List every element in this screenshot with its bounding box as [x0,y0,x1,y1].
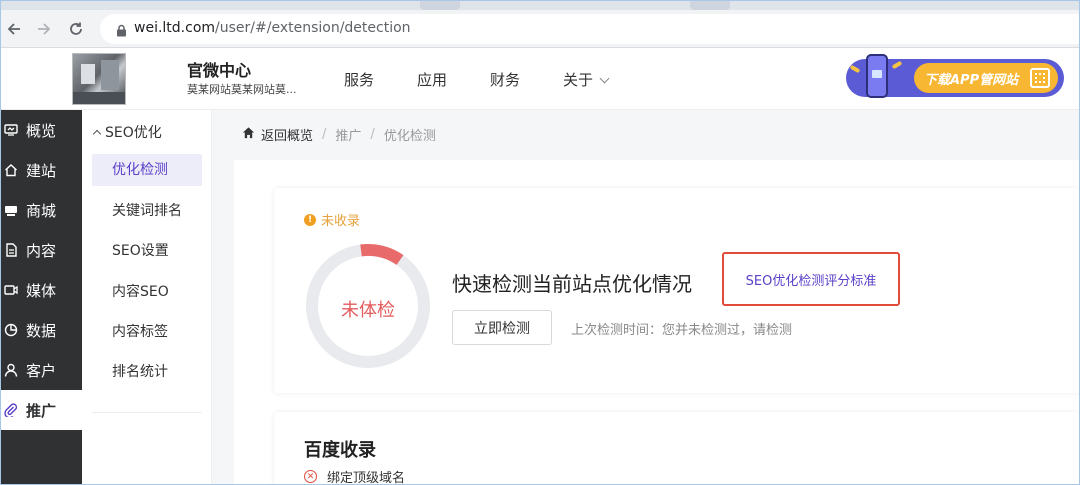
submenu-item-content-seo[interactable]: 内容SEO [92,276,202,308]
status-text: 未收录 [321,214,361,229]
browser-toolbar: wei.ltd.com/user/#/extension/detection [0,10,1080,48]
sidebar-item-mall[interactable]: 商城 [0,190,82,230]
nav-about[interactable]: 关于 [563,69,610,90]
sidebar-item-label: 媒体 [26,281,57,300]
dashboard-icon [4,123,18,137]
baidu-index-card: 百度收录 ✕ 绑定顶级域名 [274,412,1080,485]
browser-tab[interactable] [420,0,460,10]
sparkle-icon [891,60,903,70]
submenu-heading[interactable]: SEO优化 [92,122,162,142]
download-app-button[interactable]: 下载APP管网站 [914,63,1058,93]
home-icon[interactable] [242,126,255,143]
submenu-item-content-tags[interactable]: 内容标签 [92,316,202,348]
gauge-label: 未体检 [341,300,395,321]
main-content: 返回概览 / 推广 / 优化检测 ! 未收录 未体检 快速检测当前站点优化情况 … [212,110,1080,485]
breadcrumb-level1[interactable]: 推广 [335,125,361,144]
breadcrumb-separator: / [370,127,375,142]
browser-tab-strip [0,0,1080,10]
submenu-divider [92,412,202,413]
sidebar-item-customers[interactable]: 客户 [0,350,82,390]
brand-title: 官微中心 [187,61,252,80]
chevron-up-icon [92,129,102,139]
reload-icon[interactable] [66,19,86,39]
address-bar[interactable]: wei.ltd.com/user/#/extension/detection [100,14,1080,44]
sidebar-item-site-build[interactable]: 建站 [0,150,82,190]
sidebar-item-data[interactable]: 数据 [0,310,82,350]
status-badge: ! 未收录 [304,210,360,229]
seo-criteria-link[interactable]: SEO优化检测评分标准 [722,252,900,306]
submenu-item-keyword-ranking[interactable]: 关键词排名 [92,195,202,227]
sidebar-item-label: 概览 [26,121,57,140]
last-detection-time: 上次检测时间：您并未检测过，请检测 [571,323,793,338]
breadcrumb-level2: 优化检测 [383,129,436,144]
sparkle-icon [849,64,861,74]
nav-finance[interactable]: 财务 [490,69,520,90]
user-icon [4,363,18,377]
detection-card: ! 未收录 未体检 快速检测当前站点优化情况 SEO优化检测评分标准 立即检测 … [274,188,1080,393]
chevron-down-icon [599,73,610,84]
nav-services[interactable]: 服务 [344,69,374,90]
paperclip-icon [4,403,18,417]
site-logo[interactable] [72,53,126,105]
home-icon [4,163,18,177]
back-arrow-icon[interactable] [4,19,24,39]
phone-icon [866,54,888,98]
bind-domain-item: ✕ 绑定顶级域名 [304,467,405,485]
detect-now-button[interactable]: 立即检测 [452,310,552,345]
bind-domain-label: 绑定顶级域名 [327,471,406,485]
document-icon [4,243,18,257]
content-panel: ! 未收录 未体检 快速检测当前站点优化情况 SEO优化检测评分标准 立即检测 … [234,160,1080,485]
sidebar-item-label: 建站 [26,161,57,180]
download-app-label: 下载APP管网站 [924,73,1019,88]
sidebar-item-content[interactable]: 内容 [0,230,82,270]
pie-chart-icon [4,323,18,337]
submenu-item-optimization-detection[interactable]: 优化检测 [92,154,202,186]
seo-submenu: SEO优化 优化检测 关键词排名 SEO设置 内容SEO 内容标签 排名统计 [82,110,212,485]
sidebar-item-label: 数据 [26,321,57,340]
shop-icon [4,203,18,217]
detection-title: 快速检测当前站点优化情况 [452,272,692,296]
sidebar-item-overview[interactable]: 概览 [0,110,82,150]
qr-code-icon [1030,68,1050,88]
sidebar-item-label: 商城 [26,201,57,220]
site-header: 官微中心 莫某网站莫某网站莫... 服务 应用 财务 关于 下载APP管网站 [0,49,1080,110]
brand-subtitle: 莫某网站莫某网站莫... [187,83,297,96]
nav-about-label: 关于 [563,71,594,89]
error-circle-icon: ✕ [304,470,317,483]
sidebar-item-label: 内容 [26,241,57,260]
sidebar-item-label: 推广 [26,401,57,420]
lock-icon [116,22,127,41]
nav-apps[interactable]: 应用 [417,69,447,90]
baidu-index-title: 百度收录 [304,440,376,461]
download-app-banner[interactable]: 下载APP管网站 [846,54,1064,98]
submenu-item-ranking-stats[interactable]: 排名统计 [92,356,202,388]
sidebar-item-label: 客户 [26,361,57,380]
breadcrumb-separator: / [322,127,327,142]
submenu-heading-label: SEO优化 [105,125,162,141]
breadcrumb: 返回概览 / 推广 / 优化检测 [242,125,436,144]
main-sidebar: 概览 建站 商城 内容 媒体 数据 客户 推广 [0,110,82,485]
sidebar-item-media[interactable]: 媒体 [0,270,82,310]
warning-icon: ! [304,213,316,226]
breadcrumb-back-link[interactable]: 返回概览 [261,125,313,144]
sidebar-item-promotion[interactable]: 推广 [0,390,82,430]
media-icon [4,283,18,297]
submenu-item-seo-settings[interactable]: SEO设置 [92,235,202,267]
forward-arrow-icon[interactable] [34,19,54,39]
browser-tab[interactable] [690,0,730,10]
url-text: wei.ltd.com/user/#/extension/detection [134,20,411,36]
